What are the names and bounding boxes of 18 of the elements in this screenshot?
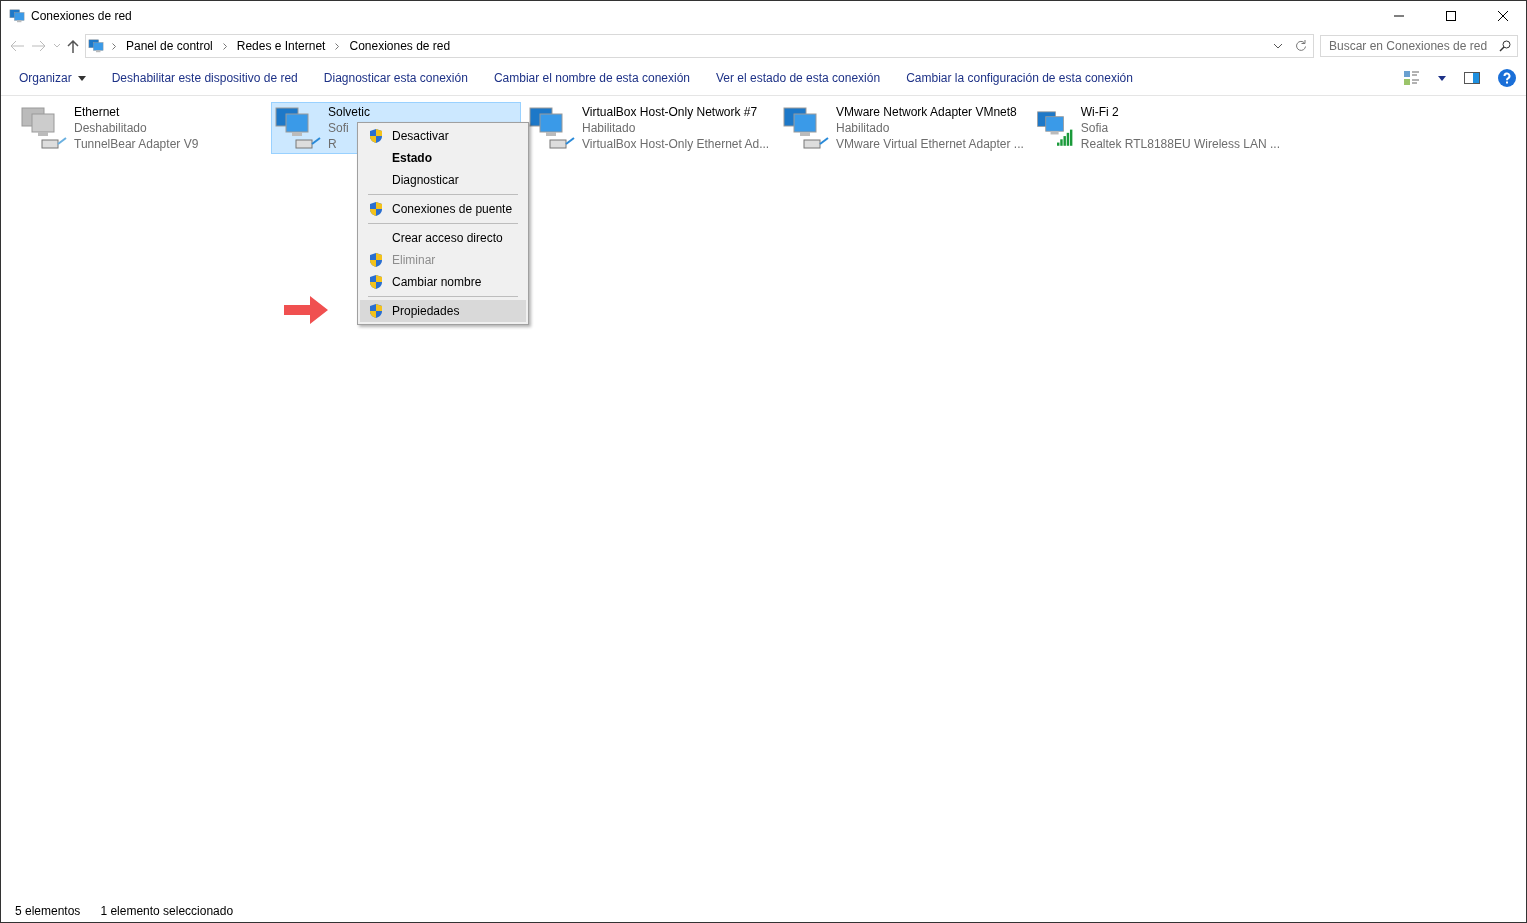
connection-name: Solvetic bbox=[328, 104, 371, 120]
connection-name: Ethernet bbox=[74, 104, 121, 120]
connection-status: Deshabilitado bbox=[74, 120, 148, 136]
connection-status: Habilitado bbox=[836, 120, 891, 136]
adapter-name: R bbox=[328, 136, 338, 152]
connection-status: Habilitado bbox=[582, 120, 637, 136]
adapter-name: Realtek RTL8188EU Wireless LAN ... bbox=[1080, 136, 1280, 152]
adapter-name: VirtualBox Host-Only Ethernet Ad... bbox=[582, 136, 770, 152]
connection-status: Sofi bbox=[328, 120, 350, 136]
adapter-name: VMware Virtual Ethernet Adapter ... bbox=[836, 136, 1024, 152]
window-title: Conexiones de red bbox=[31, 9, 133, 23]
connection-name: Wi-Fi 2 bbox=[1080, 104, 1120, 120]
connection-status: Sofia bbox=[1080, 120, 1110, 136]
connection-name: VirtualBox Host-Only Network #7 bbox=[582, 104, 759, 120]
adapter-name: TunnelBear Adapter V9 bbox=[74, 136, 199, 152]
selection-count: 1 elemento seleccionado bbox=[100, 904, 234, 918]
item-count: 5 elementos bbox=[15, 904, 81, 918]
connection-name: VMware Network Adapter VMnet8 bbox=[836, 104, 1018, 120]
